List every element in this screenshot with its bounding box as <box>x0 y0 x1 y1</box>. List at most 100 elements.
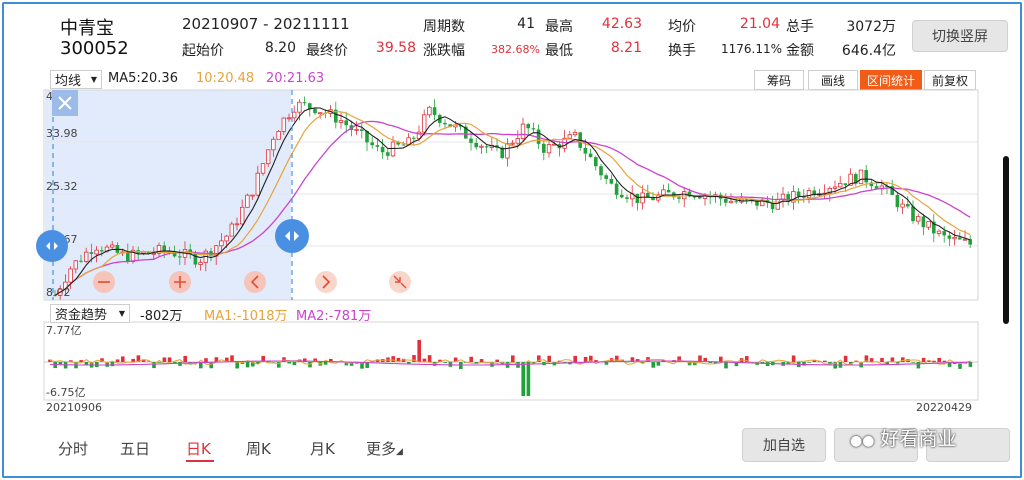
flow-bar <box>131 358 135 362</box>
zoom-out-icon[interactable] <box>93 271 115 293</box>
drag-handle-icon[interactable] <box>36 230 68 262</box>
candle-body <box>317 112 323 115</box>
flow-bar <box>84 362 89 365</box>
candle-body <box>510 142 515 145</box>
candle-body <box>515 138 520 144</box>
flow-bar <box>58 362 63 365</box>
candle-body <box>895 194 900 208</box>
add-watchlist-button[interactable]: 加自选 <box>742 428 826 462</box>
watermark-text: 好看商业 <box>880 428 957 450</box>
tab-five-day[interactable]: 五日 <box>120 438 150 459</box>
flow-bar <box>807 362 811 363</box>
candle-body <box>614 183 619 195</box>
candle-body <box>354 128 359 131</box>
arrow-right-icon[interactable] <box>315 271 337 293</box>
candle-body <box>224 235 229 242</box>
candle-body <box>962 238 968 241</box>
flow-bar <box>880 357 884 362</box>
candle-body <box>728 200 734 204</box>
candle-body <box>94 249 99 255</box>
candle-body <box>620 194 624 198</box>
candle-body <box>666 189 671 193</box>
flow-bar <box>890 357 895 362</box>
candle-body <box>308 103 312 109</box>
candle-body <box>640 192 645 204</box>
arrow-left-icon[interactable] <box>244 271 266 293</box>
candle-body <box>526 124 530 129</box>
flow-bar <box>245 362 250 368</box>
candle-body <box>245 194 250 208</box>
tab-monthly-k[interactable]: 月K <box>310 438 335 459</box>
scrollbar[interactable] <box>1003 156 1009 324</box>
candle-body <box>255 172 260 196</box>
candle-body <box>661 189 666 196</box>
flow-bar <box>417 340 421 362</box>
flow-bar <box>823 360 827 362</box>
candle-body <box>260 163 266 174</box>
candle-body <box>432 107 437 115</box>
wechat-icon: ●● <box>850 433 875 449</box>
flow-bar <box>110 362 115 367</box>
candle-body <box>583 147 588 154</box>
candle-body <box>219 240 224 247</box>
candle-body <box>79 260 83 262</box>
flow-ma2-value: MA2:-781万 <box>296 309 372 324</box>
candle-body <box>542 143 546 153</box>
candle-body <box>806 190 812 199</box>
tab-weekly-k[interactable]: 周K <box>246 438 271 459</box>
candle-body <box>520 123 526 139</box>
candle-body <box>469 138 473 143</box>
candle-body <box>302 102 307 104</box>
candle-body <box>942 231 946 236</box>
candle-body <box>572 131 578 136</box>
flow-bar <box>911 362 915 363</box>
candle-body <box>100 250 104 252</box>
candle-body <box>276 130 281 140</box>
date-end-label: 20220429 <box>916 401 972 414</box>
candle-body <box>370 142 374 146</box>
candle-body <box>234 223 240 226</box>
candle-body <box>380 146 385 153</box>
flow-bar <box>443 362 447 363</box>
shrink-icon[interactable] <box>389 271 411 293</box>
tab-daily-k[interactable]: 日K <box>186 438 211 459</box>
candle-body <box>698 196 702 199</box>
candle-body <box>250 194 255 197</box>
candle-body <box>864 170 868 183</box>
flow-bar <box>724 362 728 369</box>
candle-body <box>900 203 905 208</box>
zoom-in-icon[interactable] <box>169 271 191 293</box>
tab-more[interactable]: 更多◢ <box>366 438 403 459</box>
candle-body <box>484 146 489 148</box>
candle-body <box>677 197 681 199</box>
flow-bar <box>121 356 125 362</box>
flow-bar <box>521 362 525 396</box>
candle-body <box>427 106 432 116</box>
candle-body <box>775 198 780 210</box>
candle-body <box>916 216 921 222</box>
candle-body <box>838 182 843 188</box>
date-start-label: 20210906 <box>46 401 102 414</box>
candle-body <box>73 260 78 270</box>
dropdown-icon: ▼ <box>118 309 125 318</box>
flow-bar <box>323 362 328 365</box>
candle-body <box>162 245 166 251</box>
flow-bar <box>511 355 515 362</box>
candle-body <box>89 252 94 254</box>
flow-bar <box>204 358 208 362</box>
tab-intraday[interactable]: 分时 <box>58 438 88 459</box>
price-tick: 33.98 <box>46 127 78 140</box>
flow-selector[interactable]: 资金趋势 ▼ <box>50 304 130 323</box>
candle-body <box>599 166 603 176</box>
candle-body <box>531 128 536 130</box>
candle-body <box>110 244 115 248</box>
candle-body <box>421 114 427 133</box>
flow-bar <box>719 356 723 362</box>
flow-bar <box>495 359 499 362</box>
candle-body <box>297 101 302 113</box>
candle-body <box>68 268 73 283</box>
close-icon[interactable] <box>52 90 78 116</box>
kline-chart[interactable]: 42.63 33.98 25.32 16.67 8.02 7.77亿 -6.75… <box>0 0 1024 480</box>
flow-bar <box>583 356 588 362</box>
drag-handle-icon[interactable] <box>275 219 309 253</box>
